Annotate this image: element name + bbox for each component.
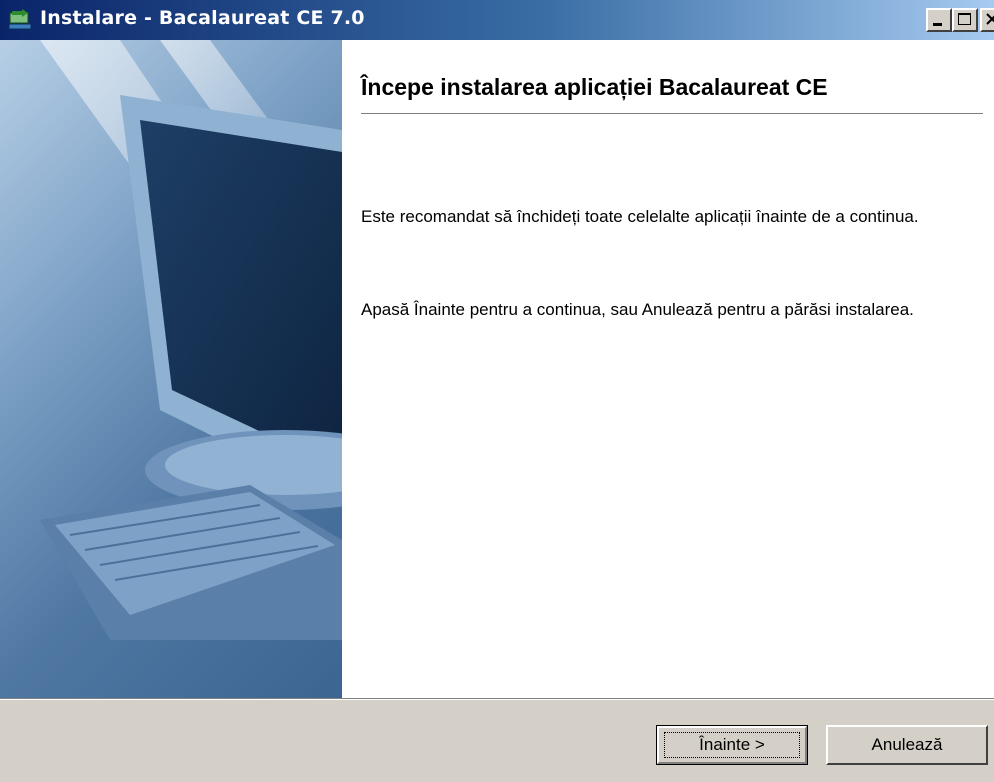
page-heading: Începe instalarea aplicației Bacalaureat…	[361, 74, 828, 100]
maximize-icon	[958, 13, 971, 25]
minimize-icon	[933, 23, 942, 26]
wizard-side-image	[0, 40, 342, 698]
next-button-label: Înainte >	[664, 732, 800, 758]
instruction-text: Apasă Înainte pentru a continua, sau Anu…	[361, 300, 914, 319]
maximize-button[interactable]	[952, 8, 978, 32]
close-icon	[986, 13, 994, 25]
minimize-button[interactable]	[926, 8, 952, 32]
installer-icon	[8, 9, 32, 31]
window-title: Instalare - Bacalaureat CE 7.0	[40, 7, 365, 29]
title-bar[interactable]: Instalare - Bacalaureat CE 7.0	[0, 0, 994, 40]
close-button[interactable]	[980, 8, 994, 32]
next-button[interactable]: Înainte >	[656, 725, 808, 765]
recommendation-text: Este recomandat să închideți toate celel…	[361, 207, 919, 226]
heading-divider	[361, 113, 983, 115]
button-bar: Înainte > Anulează	[0, 698, 994, 782]
cancel-button[interactable]: Anulează	[826, 725, 988, 765]
